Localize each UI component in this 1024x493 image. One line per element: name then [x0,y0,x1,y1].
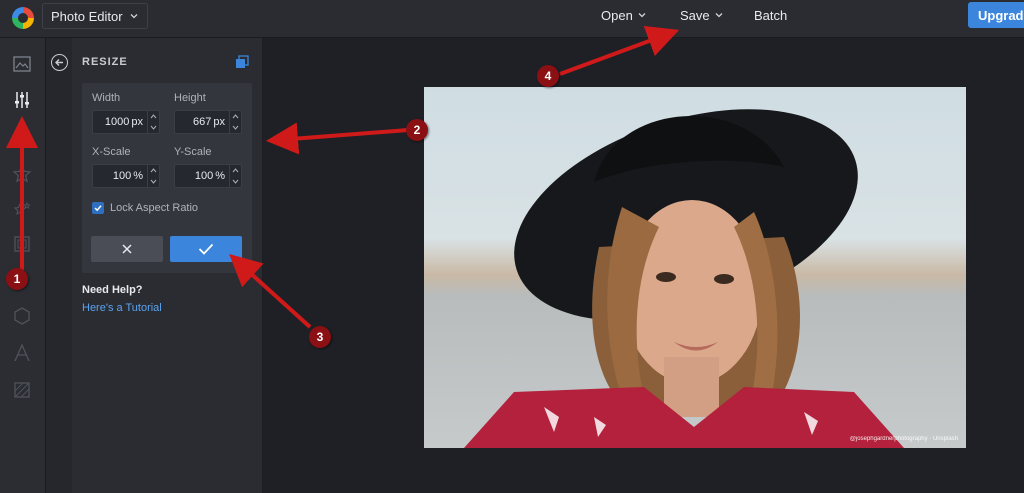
panel-title: RESIZE [82,56,128,68]
tutorial-link[interactable]: Here's a Tutorial [82,302,162,314]
save-menu[interactable]: Save [680,0,724,30]
width-input[interactable]: 1000 px [92,110,160,134]
open-menu[interactable]: Open [601,0,647,30]
annotation-badge-1: 1 [6,268,28,290]
copy-icon[interactable] [235,55,249,69]
annotation-badge-2: 2 [406,119,428,141]
batch-menu-label: Batch [754,7,788,23]
cancel-button[interactable] [91,236,163,262]
chevron-up-icon [232,114,239,119]
xscale-stepper[interactable] [147,165,159,187]
crop-icon[interactable] [12,128,32,148]
chevron-down-icon [130,14,138,19]
chevron-down-icon [715,13,723,18]
close-icon [122,244,132,254]
chevron-up-icon [150,114,157,119]
width-unit: px [131,116,143,128]
frame-icon[interactable] [12,234,32,254]
app-title: Photo Editor [51,8,123,24]
annotation-badge-4: 4 [537,65,559,87]
apply-button[interactable] [170,236,242,262]
xscale-value: 100 [112,170,132,182]
width-label: Width [92,92,121,104]
app-logo-icon [12,7,34,29]
yscale-label: Y-Scale [174,146,212,158]
tool-rail [0,38,46,493]
panel-gutter [46,38,72,493]
height-input[interactable]: 667 px [174,110,242,134]
check-icon [198,243,214,255]
lock-aspect-checkbox[interactable] [92,202,104,214]
shape-icon[interactable] [12,306,32,326]
yscale-input[interactable]: 100 % [174,164,242,188]
chevron-down-icon [232,179,239,184]
chevron-down-icon [150,125,157,130]
open-menu-label: Open [601,7,633,23]
annotation-badge-3: 3 [309,326,331,348]
chevron-down-icon [232,125,239,130]
text-icon[interactable] [12,343,32,363]
photo-credit: @josephgardnerphotography · Unsplash [849,436,958,442]
save-menu-label: Save [680,7,710,23]
width-stepper[interactable] [147,111,159,133]
stars-icon[interactable] [12,200,32,220]
back-arrow-icon[interactable] [51,54,68,71]
chevron-up-icon [232,168,239,173]
portrait-illustration [464,109,904,448]
height-label: Height [174,92,206,104]
yscale-unit: % [215,170,225,182]
height-unit: px [213,116,225,128]
image-icon[interactable] [12,54,32,74]
yscale-value: 100 [194,170,214,182]
width-value: 1000 [104,116,130,128]
height-value: 667 [193,116,212,128]
lock-aspect-ratio-toggle[interactable]: Lock Aspect Ratio [92,202,198,214]
xscale-label: X-Scale [92,146,131,158]
yscale-stepper[interactable] [229,165,241,187]
xscale-input[interactable]: 100 % [92,164,160,188]
help-title: Need Help? [82,284,143,296]
top-bar: Photo Editor Open Save Batch Upgrade [0,0,1024,38]
chevron-down-icon [638,13,646,18]
xscale-unit: % [133,170,143,182]
star-icon[interactable] [12,164,32,184]
batch-menu[interactable]: Batch [754,0,787,30]
lock-aspect-label: Lock Aspect Ratio [110,202,199,214]
chevron-up-icon [150,168,157,173]
height-stepper[interactable] [229,111,241,133]
upgrade-button[interactable]: Upgrade [968,2,1024,28]
photo-image[interactable]: @josephgardnerphotography · Unsplash [424,87,966,448]
app-switcher-dropdown[interactable]: Photo Editor [42,3,148,29]
sliders-icon[interactable] [12,90,32,110]
texture-icon[interactable] [12,380,32,400]
chevron-down-icon [150,179,157,184]
